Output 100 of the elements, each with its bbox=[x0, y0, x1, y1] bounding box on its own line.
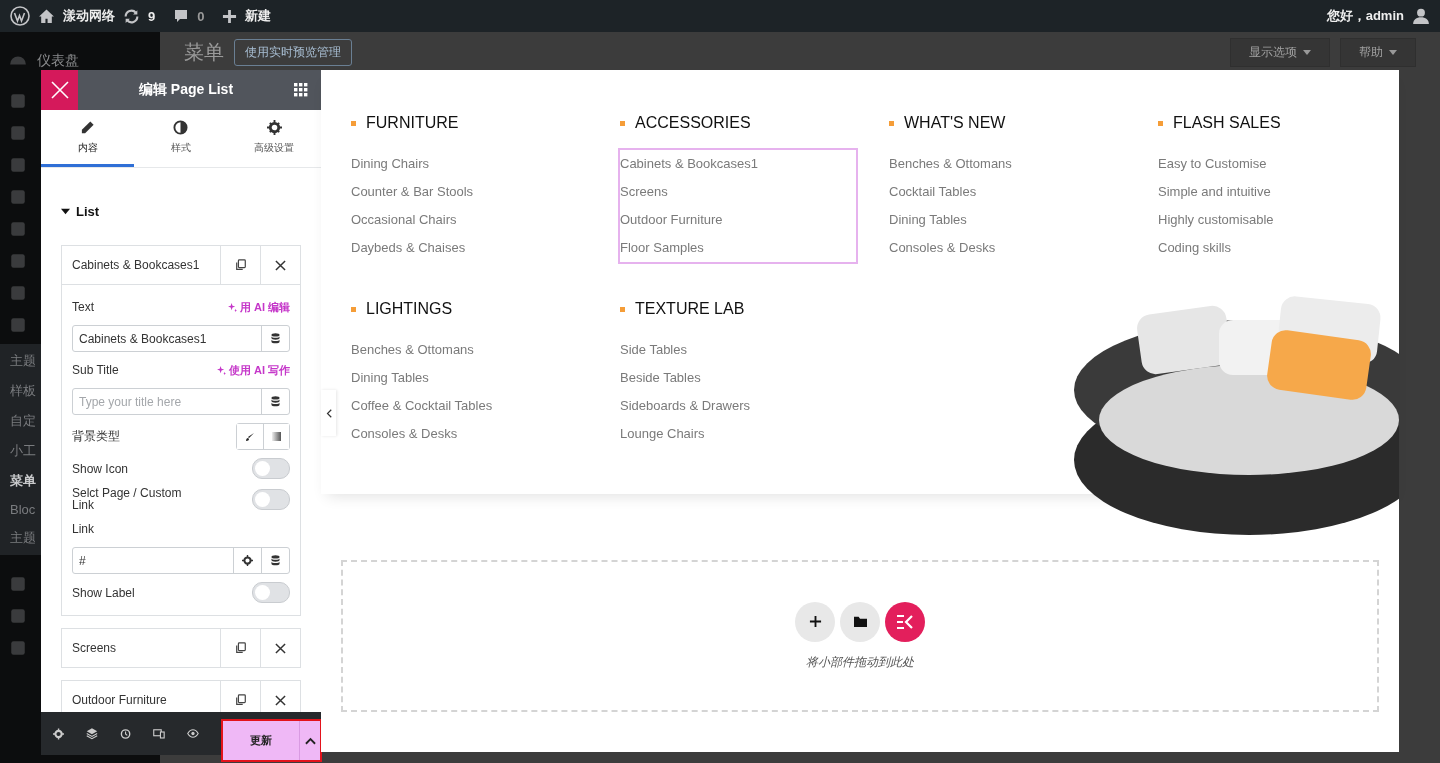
sparkle-icon bbox=[227, 302, 237, 312]
home-icon[interactable] bbox=[38, 7, 55, 25]
folder-icon bbox=[852, 615, 868, 628]
database-icon[interactable] bbox=[271, 396, 280, 407]
screen-options-button[interactable]: 显示选项 bbox=[1230, 38, 1330, 67]
menu-link[interactable]: Dining Chairs bbox=[351, 150, 587, 178]
text-input-field[interactable]: Type your title here bbox=[73, 389, 261, 414]
field-label: Show Label bbox=[72, 586, 136, 599]
template-library-button[interactable] bbox=[840, 601, 880, 642]
add-section-button[interactable] bbox=[795, 601, 835, 642]
eye-icon[interactable] bbox=[187, 726, 199, 741]
menu-link[interactable]: Occasional Chairs bbox=[351, 206, 587, 234]
menu-link[interactable]: Benches & Ottomans bbox=[351, 336, 587, 364]
menu-heading[interactable]: FURNITURE bbox=[366, 114, 459, 132]
greeting-link[interactable]: 您好，admin bbox=[1326, 7, 1404, 25]
menu-link[interactable]: Cocktail Tables bbox=[889, 178, 1125, 206]
menu-heading[interactable]: LIGHTINGS bbox=[366, 300, 453, 318]
list-item-title[interactable]: Cabinets & Bookcases1 bbox=[62, 246, 220, 284]
menu-link[interactable]: Dining Tables bbox=[889, 206, 1125, 234]
menu-link[interactable]: Coffee & Cocktail Tables bbox=[351, 392, 587, 420]
menu-link[interactable]: Screens bbox=[620, 178, 856, 206]
toggle-switch[interactable] bbox=[252, 582, 290, 603]
database-icon[interactable] bbox=[271, 555, 280, 566]
sparkle-icon bbox=[216, 365, 226, 375]
plus-icon bbox=[808, 615, 822, 628]
menu-link[interactable]: Dining Tables bbox=[351, 364, 587, 392]
bullet-icon bbox=[620, 120, 625, 126]
comment-icon[interactable] bbox=[173, 8, 190, 24]
gear-icon bbox=[266, 119, 282, 135]
bullet-icon bbox=[1158, 120, 1163, 126]
menu-heading[interactable]: FLASH SALES bbox=[1173, 114, 1281, 132]
text-field[interactable]: Type your title here bbox=[72, 388, 290, 415]
gradient-icon[interactable] bbox=[263, 424, 289, 449]
menu-link[interactable]: Cabinets & Bookcases1 bbox=[620, 150, 856, 178]
field-label: Show Icon bbox=[72, 462, 130, 475]
refresh-icon[interactable] bbox=[123, 7, 140, 25]
live-preview-button[interactable]: 使用实时预览管理 bbox=[234, 39, 352, 66]
close-button[interactable] bbox=[41, 70, 78, 110]
new-link[interactable]: 新建 bbox=[245, 7, 272, 25]
ai-action-link[interactable]: 用 AI 编辑 bbox=[227, 299, 290, 315]
submenu-item[interactable]: Bloc bbox=[10, 502, 36, 517]
dashboard-link[interactable]: 仪表盘 bbox=[37, 52, 79, 70]
publish-options-button[interactable] bbox=[299, 721, 320, 760]
submenu-item[interactable]: 样板 bbox=[10, 382, 36, 400]
menu-link[interactable]: Highly customisable bbox=[1158, 206, 1394, 234]
text-input-field[interactable]: Cabinets & Bookcases1 bbox=[73, 326, 261, 351]
menu-heading[interactable]: WHAT'S NEW bbox=[904, 114, 1006, 132]
field-label: 背景类型 bbox=[72, 428, 120, 445]
toggle-switch[interactable] bbox=[252, 458, 290, 479]
menu-link[interactable]: Side Tables bbox=[620, 336, 856, 364]
field-label: Selct Page / Custom Link bbox=[72, 487, 183, 511]
menu-heading[interactable]: ACCESSORIES bbox=[635, 114, 751, 132]
grid-menu-icon[interactable] bbox=[294, 83, 308, 97]
responsive-icon[interactable] bbox=[153, 726, 166, 741]
menu-link[interactable]: Floor Samples bbox=[620, 234, 856, 262]
menu-link[interactable]: Coding skills bbox=[1158, 234, 1394, 262]
text-field[interactable]: Cabinets & Bookcases1 bbox=[72, 325, 290, 352]
caret-icon bbox=[61, 206, 70, 216]
toggle-switch[interactable] bbox=[252, 488, 290, 510]
caret-icon bbox=[1389, 50, 1397, 55]
database-icon[interactable] bbox=[271, 333, 280, 344]
kit-button[interactable] bbox=[885, 601, 925, 642]
user-avatar-icon[interactable] bbox=[1412, 7, 1430, 25]
submenu-item[interactable]: 菜单 bbox=[10, 472, 36, 490]
layers-icon[interactable] bbox=[86, 726, 99, 741]
history-icon[interactable] bbox=[120, 726, 132, 741]
menu-link[interactable]: Consoles & Desks bbox=[351, 420, 587, 448]
plus-icon[interactable] bbox=[222, 8, 238, 24]
update-button[interactable]: 更新 bbox=[223, 721, 299, 760]
menu-link[interactable]: Beside Tables bbox=[620, 364, 856, 392]
section-toggle[interactable]: List bbox=[61, 168, 301, 221]
menu-link[interactable]: Counter & Bar Stools bbox=[351, 178, 587, 206]
submenu-item[interactable]: 自定 bbox=[10, 412, 36, 430]
link-input-field[interactable]: # bbox=[73, 548, 233, 573]
ai-action-link[interactable]: 使用 AI 写作 bbox=[216, 362, 290, 378]
link-field[interactable]: # bbox=[72, 547, 290, 574]
menu-heading[interactable]: TEXTURE LAB bbox=[635, 300, 745, 318]
submenu-item[interactable]: 主题 bbox=[10, 352, 36, 370]
menu-link[interactable]: Consoles & Desks bbox=[889, 234, 1125, 262]
selected-list[interactable]: Cabinets & Bookcases1 Screens Outdoor Furniture Floor Samples bbox=[618, 148, 858, 264]
menu-link[interactable]: Outdoor Furniture bbox=[620, 206, 856, 234]
close-icon bbox=[49, 80, 70, 100]
menu-link[interactable]: Benches & Ottomans bbox=[889, 150, 1125, 178]
menu-link[interactable]: Easy to Customise bbox=[1158, 150, 1394, 178]
help-button[interactable]: 帮助 bbox=[1340, 38, 1416, 67]
site-name-link[interactable]: 漾动网络 bbox=[63, 7, 115, 25]
menu-link[interactable]: Lounge Chairs bbox=[620, 420, 856, 448]
wordpress-logo-icon[interactable] bbox=[10, 6, 30, 26]
menu-link[interactable]: Simple and intuitive bbox=[1158, 178, 1394, 206]
copy-icon bbox=[234, 259, 247, 271]
bullet-icon bbox=[620, 306, 625, 312]
caret-icon bbox=[1303, 50, 1311, 55]
submenu-item[interactable]: 主题 bbox=[10, 529, 36, 547]
submenu-item[interactable]: 小工 bbox=[10, 442, 36, 460]
half-circle-icon bbox=[173, 119, 189, 135]
menu-link[interactable]: Daybeds & Chaises bbox=[351, 234, 587, 262]
updates-count[interactable]: 9 bbox=[148, 8, 156, 24]
field-label: Text bbox=[72, 300, 94, 314]
menu-link[interactable]: Sideboards & Drawers bbox=[620, 392, 856, 420]
comments-count[interactable]: 0 bbox=[197, 8, 205, 24]
